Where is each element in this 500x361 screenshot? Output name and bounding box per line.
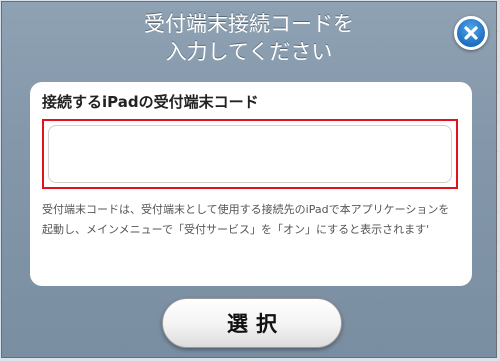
dialog-title-line2: 入力してください — [165, 40, 333, 64]
connection-code-dialog: 受付端末接続コードを 入力してください 接続するiPadの受付端末コード 受付端… — [1, 1, 497, 358]
dialog-title-line1: 受付端末接続コードを — [144, 12, 354, 36]
dialog-title: 受付端末接続コードを 入力してください — [2, 10, 496, 66]
select-button[interactable]: 選択 — [162, 298, 342, 348]
input-card: 接続するiPadの受付端末コード 受付端末コードは、受付端末として使用する接続先… — [30, 82, 472, 286]
close-button[interactable] — [454, 16, 488, 50]
terminal-code-input[interactable] — [42, 119, 458, 189]
code-field-label: 接続するiPadの受付端末コード — [42, 93, 259, 111]
help-text: 受付端末コードは、受付端末として使用する接続先のiPadで本アプリケーションを起… — [42, 203, 450, 236]
close-icon — [464, 26, 478, 40]
